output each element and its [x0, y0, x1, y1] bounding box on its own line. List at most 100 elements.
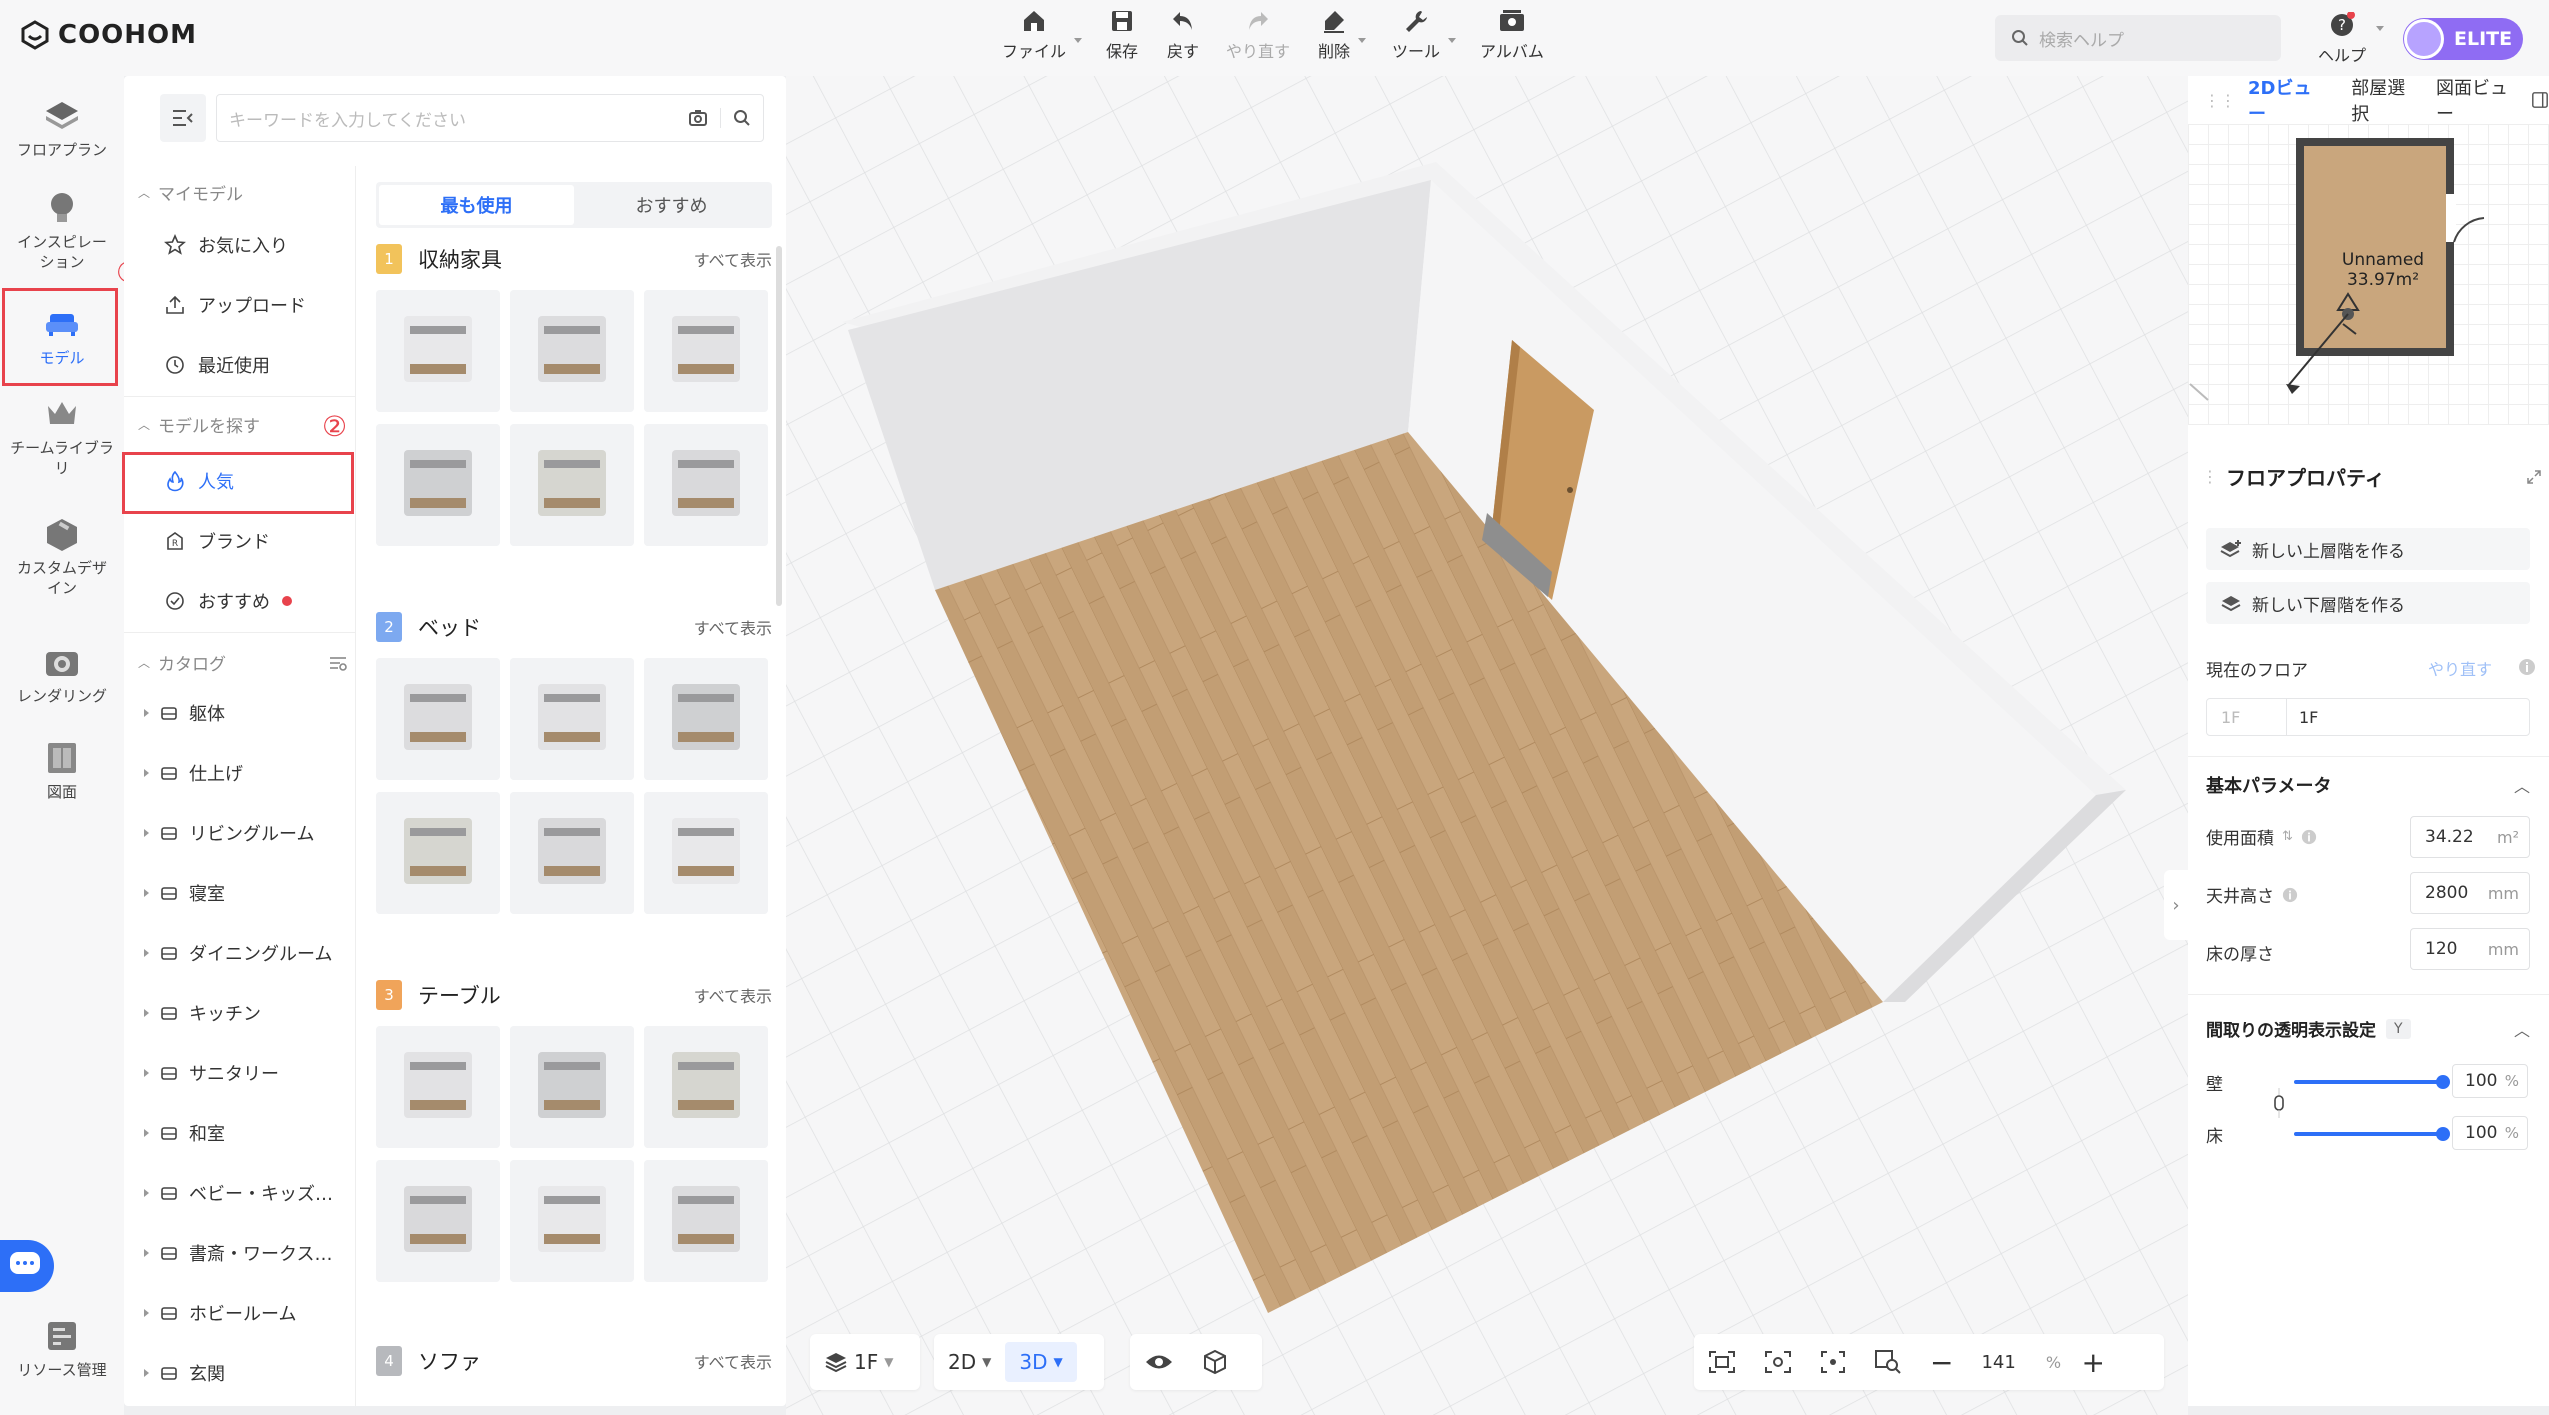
viewport-3d[interactable]: [786, 76, 2188, 1415]
catalog-item[interactable]: 玄関: [144, 1360, 225, 1386]
menu-toggle-button[interactable]: [160, 94, 206, 142]
model-thumbnail[interactable]: [376, 290, 500, 412]
sort-icon[interactable]: ⇅: [2282, 829, 2293, 844]
view-3d-button[interactable]: 3D ▼: [1005, 1342, 1077, 1382]
slider-knob[interactable]: [2436, 1075, 2450, 1089]
collapse-right-panel-button[interactable]: ›: [2164, 870, 2188, 940]
model-thumbnail[interactable]: [510, 792, 634, 914]
redo-floor-link[interactable]: やり直す: [2428, 656, 2492, 680]
catalog-item[interactable]: 寝室: [144, 880, 225, 906]
zoom-field[interactable]: 141 %: [1967, 1352, 2067, 1373]
my-models-recent[interactable]: 最近使用: [164, 352, 270, 378]
wall-transparency-slider[interactable]: [2294, 1075, 2450, 1089]
my-models-header[interactable]: ︿ マイモデル: [138, 180, 243, 205]
model-thumbnail[interactable]: [510, 424, 634, 546]
redo-button[interactable]: やり直す: [1226, 8, 1290, 62]
file-menu-button[interactable]: ファイル: [1002, 8, 1083, 62]
ceiling-height-field[interactable]: 2800 mm: [2410, 872, 2530, 914]
filter-settings-icon[interactable]: [328, 654, 348, 672]
my-models-upload[interactable]: アップロード: [164, 292, 306, 318]
visibility-button[interactable]: [1130, 1351, 1188, 1373]
panel-toggle-icon[interactable]: [2531, 90, 2549, 110]
minimap-2d[interactable]: Unnamed 33.97m²: [2188, 124, 2549, 424]
album-button[interactable]: アルバム: [1480, 8, 1544, 62]
account-badge[interactable]: ELITE: [2403, 18, 2523, 60]
catalog-item[interactable]: ベビー・キッズ…: [144, 1180, 333, 1206]
model-thumbnail[interactable]: [644, 1026, 768, 1148]
basic-params-header[interactable]: 基本パラメータ ︿: [2206, 772, 2530, 798]
show-all-link[interactable]: すべて表示: [694, 1349, 772, 1373]
nav-custom-design[interactable]: カスタムデザイン: [0, 514, 124, 598]
help-button[interactable]: ? ヘルプ: [2318, 12, 2385, 66]
model-thumbnail[interactable]: [644, 792, 768, 914]
camera-settings-button[interactable]: [1750, 1350, 1806, 1374]
link-icon[interactable]: [2272, 1088, 2286, 1118]
model-thumbnail[interactable]: [376, 658, 500, 780]
slider-knob[interactable]: [2436, 1127, 2450, 1141]
undo-button[interactable]: 戻す: [1167, 8, 1199, 62]
catalog-item[interactable]: キッチン: [144, 1000, 261, 1026]
nav-drawing[interactable]: 図面: [0, 738, 124, 802]
catalog-item[interactable]: リビングルーム: [144, 820, 314, 846]
nav-inspiration[interactable]: インスピレーション: [0, 188, 124, 272]
image-search-icon[interactable]: [688, 109, 708, 127]
wall-transparency-field[interactable]: 100 %: [2452, 1064, 2528, 1098]
drag-handle-icon[interactable]: ⋮: [2202, 467, 2218, 486]
zoom-out-button[interactable]: −: [1916, 1346, 1967, 1379]
find-models-header[interactable]: ︿ モデルを探す: [138, 412, 260, 437]
expand-icon[interactable]: [2526, 469, 2542, 485]
zoom-in-button[interactable]: +: [2067, 1346, 2118, 1379]
catalog-header[interactable]: ︿ カタログ: [138, 650, 348, 675]
delete-button[interactable]: 削除: [1318, 8, 1367, 62]
catalog-item[interactable]: 仕上げ: [144, 760, 243, 786]
floor-transparency-field[interactable]: 100 %: [2452, 1116, 2528, 1150]
view-2d-button[interactable]: 2D ▼: [934, 1350, 1005, 1374]
save-button[interactable]: 保存: [1106, 8, 1138, 62]
model-thumbnail[interactable]: [644, 424, 768, 546]
tab-most-used[interactable]: 最も使用: [379, 185, 574, 225]
model-thumbnail[interactable]: [510, 290, 634, 412]
model-thumbnail[interactable]: [510, 1026, 634, 1148]
tab-recommended[interactable]: おすすめ: [574, 185, 769, 225]
show-all-link[interactable]: すべて表示: [694, 247, 772, 271]
model-thumbnail[interactable]: [376, 1026, 500, 1148]
tools-menu-button[interactable]: ツール: [1392, 8, 1457, 62]
floor-selector[interactable]: 1F ▼: [810, 1334, 920, 1390]
drag-handle-icon[interactable]: ⋮⋮: [2204, 91, 2236, 110]
model-thumbnail[interactable]: [644, 1160, 768, 1282]
nav-resource-management[interactable]: リソース管理: [0, 1316, 124, 1380]
catalog-item[interactable]: ホビールーム: [144, 1300, 296, 1326]
floor-thickness-field[interactable]: 120 mm: [2410, 928, 2530, 970]
help-search-input[interactable]: 検索ヘルプ: [1995, 15, 2281, 61]
model-thumbnail[interactable]: [376, 792, 500, 914]
area-field[interactable]: 34.22 m²: [2410, 816, 2530, 858]
model-thumbnail[interactable]: [510, 1160, 634, 1282]
find-recommended[interactable]: おすすめ: [164, 588, 292, 614]
focus-button[interactable]: [1806, 1350, 1860, 1374]
show-all-link[interactable]: すべて表示: [694, 615, 772, 639]
catalog-item[interactable]: サニタリー: [144, 1060, 279, 1086]
transparency-header[interactable]: 間取りの透明表示設定 Y ︿: [2206, 1016, 2530, 1041]
tab-room-select[interactable]: 部屋選択: [2351, 74, 2416, 126]
model-thumbnail[interactable]: [644, 290, 768, 412]
catalog-item[interactable]: 書斎・ワークス…: [144, 1240, 332, 1266]
new-lower-floor-button[interactable]: 新しい下層階を作る: [2206, 582, 2530, 624]
find-brand[interactable]: R ブランド: [164, 528, 270, 554]
catalog-item[interactable]: 躯体: [144, 700, 225, 726]
panel-scrollbar[interactable]: [776, 246, 782, 606]
model-thumbnail[interactable]: [376, 1160, 500, 1282]
catalog-item[interactable]: 和室: [144, 1120, 225, 1146]
model-search-input[interactable]: キーワードを入力してください: [216, 94, 764, 142]
nav-rendering[interactable]: レンダリング: [0, 642, 124, 706]
logo[interactable]: COOHOM: [20, 20, 197, 50]
floor-transparency-slider[interactable]: [2294, 1127, 2450, 1141]
current-floor-field[interactable]: 1F 1F: [2206, 698, 2530, 736]
tab-drawing-view[interactable]: 図面ビュー: [2436, 74, 2517, 126]
chat-button[interactable]: [0, 1240, 54, 1292]
show-all-link[interactable]: すべて表示: [694, 983, 772, 1007]
nav-floorplan[interactable]: フロアプラン: [0, 96, 124, 160]
nav-team-library[interactable]: チームライブラリ: [0, 394, 124, 478]
floor-select[interactable]: 1F ▼: [810, 1350, 907, 1374]
new-upper-floor-button[interactable]: 新しい上層階を作る: [2206, 528, 2530, 570]
fit-view-button[interactable]: [1694, 1350, 1750, 1374]
